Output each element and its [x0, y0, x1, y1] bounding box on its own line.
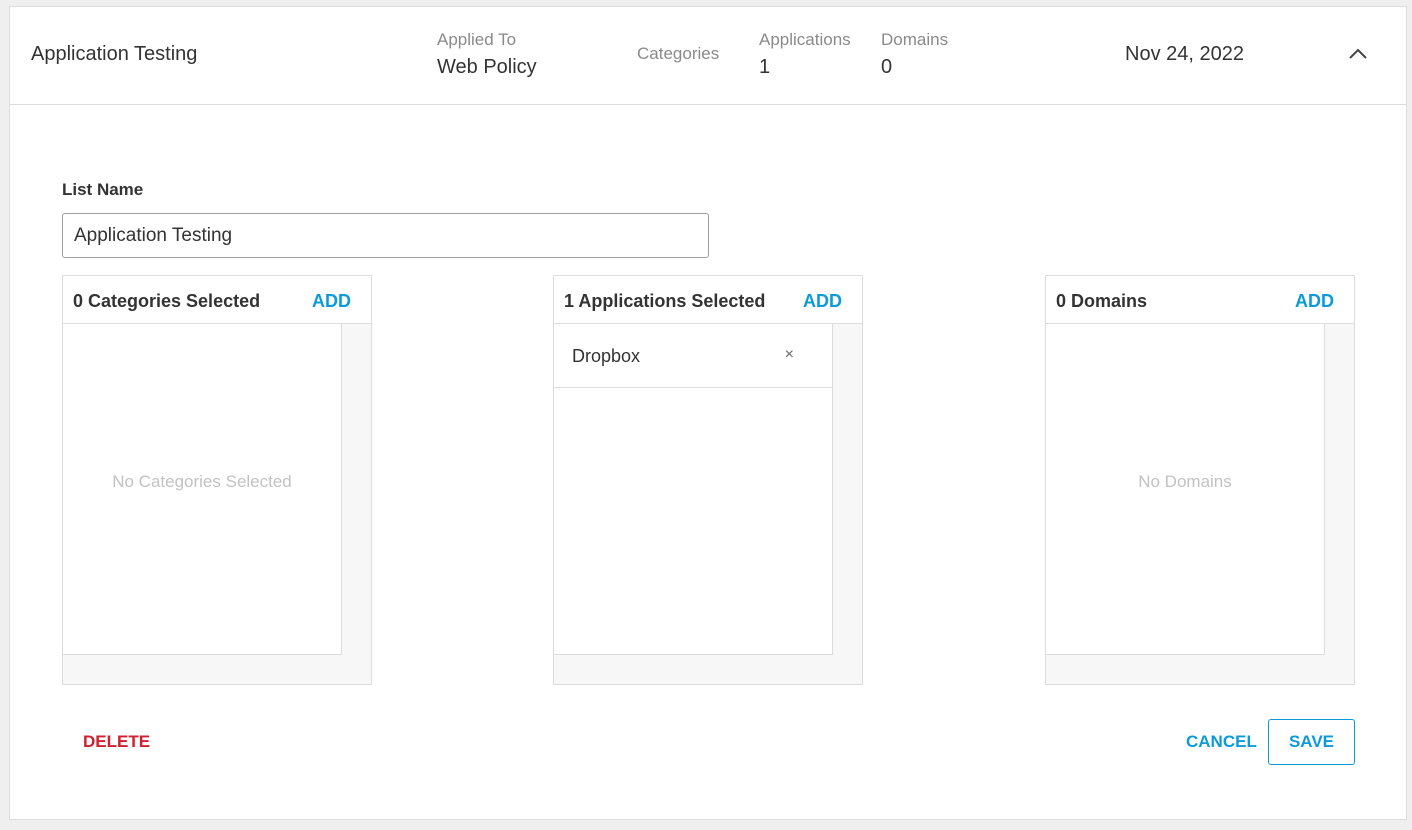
add-applications-button[interactable]: ADD — [803, 291, 842, 312]
domains-empty-text: No Domains — [1138, 472, 1232, 491]
list-name-input[interactable] — [62, 213, 709, 258]
modified-date: Nov 24, 2022 — [1125, 43, 1244, 65]
domains-label: Domains — [881, 30, 949, 49]
categories-empty-text: No Categories Selected — [112, 472, 292, 491]
save-button[interactable]: SAVE — [1268, 719, 1355, 765]
applications-panel: 1 Applications Selected ADD Dropbox × — [553, 275, 863, 685]
applied-to-label: Applied To — [437, 30, 517, 49]
list-item: Dropbox × — [554, 324, 832, 388]
list-name-label: List Name — [62, 180, 144, 199]
categories-column: Categories — [637, 44, 719, 64]
delete-button[interactable]: DELETE — [83, 732, 150, 752]
domains-panel: 0 Domains ADD No Domains — [1045, 275, 1355, 685]
applications-count: 1 — [759, 56, 771, 78]
domains-list: No Domains — [1046, 324, 1325, 655]
add-categories-button[interactable]: ADD — [312, 291, 351, 312]
categories-panel-header: 0 Categories Selected ADD — [63, 276, 371, 324]
applications-list: Dropbox × — [554, 324, 833, 655]
chevron-up-icon[interactable] — [1348, 44, 1368, 64]
applications-panel-title: 1 Applications Selected — [564, 291, 766, 311]
applications-column: Applications 1 — [759, 30, 851, 79]
add-domains-button[interactable]: ADD — [1295, 291, 1334, 312]
destination-list-card: Application Testing Applied To Web Polic… — [9, 6, 1407, 820]
categories-panel: 0 Categories Selected ADD No Categories … — [62, 275, 372, 685]
list-title: Application Testing — [31, 43, 198, 65]
cancel-button[interactable]: CANCEL — [1186, 732, 1257, 752]
application-item-label: Dropbox — [572, 346, 641, 366]
applications-label: Applications — [759, 30, 851, 49]
domains-panel-title: 0 Domains — [1056, 291, 1148, 311]
domains-panel-header: 0 Domains ADD — [1046, 276, 1354, 324]
categories-label: Categories — [637, 44, 720, 63]
domains-column: Domains 0 — [881, 30, 948, 79]
applications-panel-header: 1 Applications Selected ADD — [554, 276, 862, 324]
categories-panel-title: 0 Categories Selected — [73, 291, 261, 311]
list-header-row[interactable]: Application Testing Applied To Web Polic… — [10, 7, 1406, 105]
applied-to-value: Web Policy — [437, 56, 537, 78]
applied-to-column: Applied To Web Policy — [437, 30, 537, 79]
categories-list: No Categories Selected — [63, 324, 342, 655]
remove-item-icon[interactable]: × — [785, 346, 794, 364]
domains-count: 0 — [881, 56, 893, 78]
